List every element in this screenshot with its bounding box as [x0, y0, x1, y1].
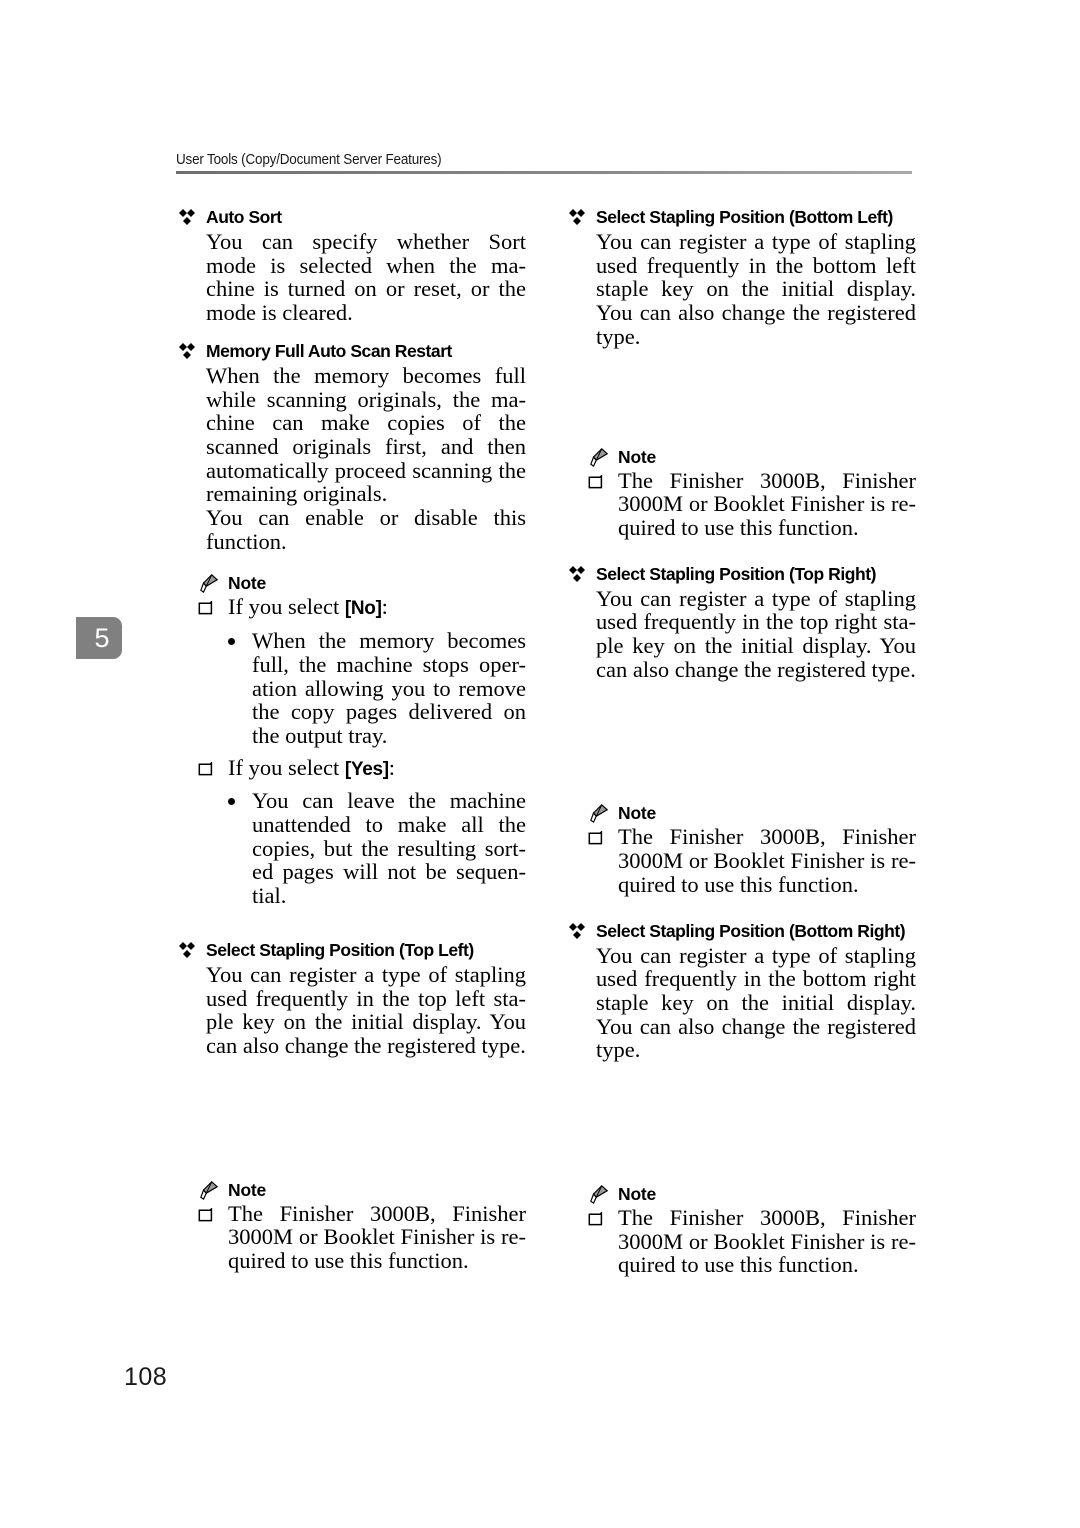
- note-label: Note: [618, 446, 657, 467]
- section-heading: Select Stapling Position (Bottom Right): [566, 919, 916, 944]
- section-heading-text: Select Stapling Position (Top Right): [596, 563, 876, 584]
- diamond-bullet-icon: [569, 922, 585, 939]
- note-label: Note: [228, 1179, 267, 1200]
- note-item-text: The Finisher 3000B, Finisher 3000M or Bo…: [618, 467, 916, 540]
- section-heading: Memory Full Auto Scan Restart: [176, 339, 526, 364]
- section-heading-text: Auto Sort: [206, 207, 282, 227]
- note-item-suffix: :: [388, 754, 396, 780]
- note-subitem: You can leave the machine unattended to …: [176, 789, 526, 908]
- diamond-bullet-icon: [569, 565, 585, 582]
- note-heading: Note: [566, 445, 916, 469]
- diamond-bullet-icon: [569, 209, 585, 225]
- section-paragraph: You can register a type of stapling used…: [596, 229, 916, 349]
- section-heading: Select Stapling Position (Bottom Left): [566, 205, 916, 230]
- section-heading-text: Select Stapling Position (Bottom Left): [596, 207, 893, 227]
- square-bullet-icon: [588, 474, 603, 488]
- diamond-bullet-icon: [179, 342, 195, 359]
- pencil-note-icon: [590, 447, 609, 467]
- pencil-note-icon: [590, 1185, 609, 1205]
- note-label: Note: [228, 573, 267, 594]
- diamond-bullet-icon: [179, 941, 195, 958]
- pencil-note-icon: [200, 1180, 219, 1200]
- note-label: Note: [618, 803, 657, 824]
- note-subitem: When the memory becomes full, the machin…: [176, 629, 526, 748]
- section-heading-text: Select Stapling Position (Top Left): [206, 939, 474, 960]
- section-paragraph: When the memory becomes full while scann…: [206, 362, 526, 507]
- section-auto-sort: Auto Sort You can specify whether Sort m…: [176, 205, 526, 325]
- running-header-text: User Tools (Copy/Document Server Feature…: [176, 152, 442, 168]
- square-bullet-icon: [588, 1212, 603, 1226]
- section-paragraph: You can enable or disable this function.: [206, 505, 526, 554]
- round-bullet-icon: [228, 798, 235, 806]
- note-item-text: If you select: [228, 754, 345, 780]
- note-subitem-text: You can leave the machine unattended to …: [252, 788, 526, 909]
- section-heading: Auto Sort: [176, 205, 526, 230]
- note-label: Note: [618, 1184, 657, 1205]
- section-paragraph: You can register a type of stapling used…: [596, 942, 916, 1063]
- note-item: If you select [Yes]:: [176, 754, 526, 782]
- note-heading: Note: [566, 1182, 916, 1206]
- section-heading: Select Stapling Position (Top Right): [566, 562, 916, 587]
- note-heading: Note: [176, 571, 526, 595]
- note-item: The Finisher 3000B, Finisher 3000M or Bo…: [566, 825, 916, 896]
- section-paragraph: You can register a type of stapling used…: [206, 961, 526, 1058]
- key-label: [No]: [344, 598, 382, 620]
- note-heading: Note: [176, 1178, 526, 1202]
- section-select-stapling-position-top-right: Select Stapling Position (Top Right) You…: [566, 562, 916, 897]
- note-subitem-text: When the memory becomes full, the machin…: [252, 628, 526, 748]
- chapter-tab: 5: [76, 617, 122, 659]
- document-page: User Tools (Copy/Document Server Feature…: [0, 0, 1080, 1528]
- note-item: The Finisher 3000B, Finisher 3000M or Bo…: [566, 1206, 916, 1277]
- square-bullet-icon: [198, 1207, 213, 1222]
- diamond-bullet-icon: [179, 209, 195, 225]
- page-number: 108: [124, 1363, 168, 1391]
- note-item-text: The Finisher 3000B, Finisher 3000M or Bo…: [618, 824, 916, 897]
- pencil-note-icon: [590, 804, 609, 824]
- note-item: If you select [No]:: [176, 595, 526, 621]
- square-bullet-icon: [588, 831, 603, 845]
- running-header: User Tools (Copy/Document Server Feature…: [176, 152, 912, 174]
- square-bullet-icon: [198, 761, 213, 776]
- pencil-note-icon: [200, 574, 219, 594]
- header-divider: [176, 171, 912, 174]
- key-label: [Yes]: [344, 758, 389, 780]
- section-heading-text: Memory Full Auto Scan Restart: [206, 340, 452, 361]
- section-select-stapling-position-bottom-left: Select Stapling Position (Bottom Left) Y…: [566, 205, 916, 540]
- left-column: Auto Sort You can specify whether Sort m…: [176, 205, 526, 1273]
- note-item: The Finisher 3000B, Finisher 3000M or Bo…: [176, 1200, 526, 1274]
- note-item-text: The Finisher 3000B, Finisher 3000M or Bo…: [618, 1205, 916, 1278]
- section-heading-text: Select Stapling Position (Bottom Right): [596, 920, 906, 941]
- section-paragraph: You can specify whether Sort mode is sel…: [206, 229, 526, 326]
- section-select-stapling-position-bottom-right: Select Stapling Position (Bottom Right) …: [566, 919, 916, 1278]
- note-item-suffix: :: [381, 594, 388, 620]
- section-memory-full-auto-scan-restart: Memory Full Auto Scan Restart When the m…: [176, 339, 526, 908]
- round-bullet-icon: [228, 638, 235, 646]
- chapter-number: 5: [94, 623, 110, 653]
- right-column: Select Stapling Position (Bottom Left) Y…: [566, 205, 916, 1277]
- section-paragraph: You can register a type of stapling used…: [596, 585, 916, 682]
- section-heading: Select Stapling Position (Top Left): [176, 938, 526, 963]
- section-select-stapling-position-top-left: Select Stapling Position (Top Left) You …: [176, 938, 526, 1273]
- note-item: The Finisher 3000B, Finisher 3000M or Bo…: [566, 467, 916, 540]
- square-bullet-icon: [198, 601, 213, 615]
- note-heading: Note: [566, 801, 916, 825]
- note-item-text: The Finisher 3000B, Finisher 3000M or Bo…: [228, 1200, 526, 1274]
- note-item-text: If you select: [228, 594, 345, 620]
